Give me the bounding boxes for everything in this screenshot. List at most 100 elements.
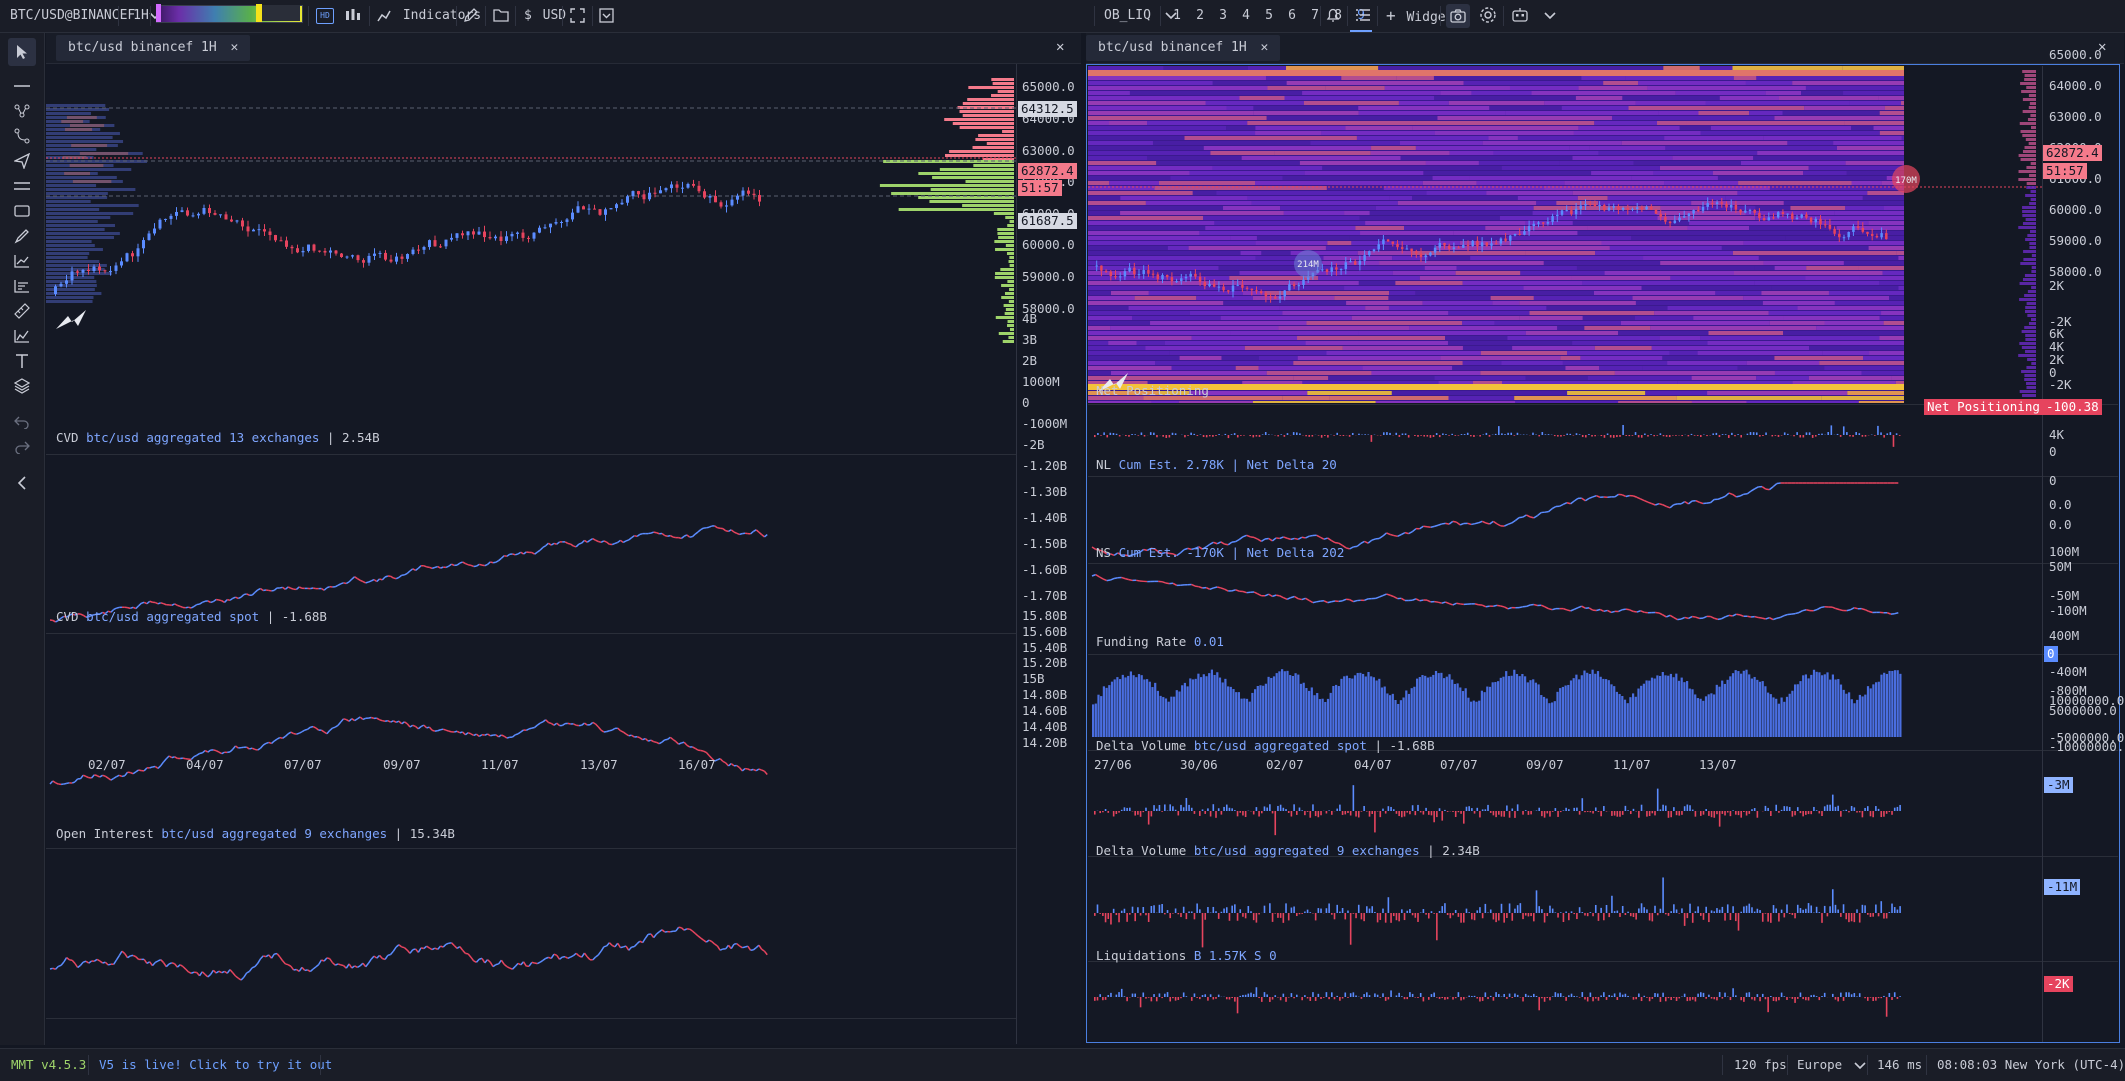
- cvd1-line: [731, 530, 734, 532]
- layout-button-3[interactable]: 3: [1212, 0, 1234, 32]
- oi-line: [388, 955, 391, 956]
- funding-bar: [1670, 674, 1672, 737]
- delta-volume-perp-bar: [1606, 905, 1608, 913]
- layout-button-5[interactable]: 5: [1258, 0, 1280, 32]
- oi-line: [457, 947, 460, 949]
- heatmap-cell: [1557, 326, 1584, 330]
- net-positioning-bar: [1470, 435, 1472, 436]
- rectangle-tool-icon[interactable]: [8, 197, 36, 225]
- tab-chart-right[interactable]: btc/usd binancef 1H ✕: [1086, 35, 1280, 61]
- liquidation-bar: [1463, 997, 1465, 999]
- delta-volume-spot-bar: [1730, 811, 1732, 816]
- liquidations-pane[interactable]: [1088, 962, 2042, 1042]
- dropdown-box-icon[interactable]: [599, 8, 614, 27]
- add-widget-button[interactable]: + Widget: [1386, 0, 1453, 32]
- parallel-lines-tool-icon[interactable]: [8, 172, 36, 200]
- currency-button[interactable]: $ USD: [524, 0, 566, 32]
- settings-gear-icon[interactable]: [1479, 6, 1497, 28]
- heatmap-candle: [1739, 210, 1742, 213]
- heatmap-cell: [1668, 306, 1798, 310]
- brush-tool-icon[interactable]: [8, 222, 36, 250]
- cvd1-line: [584, 540, 587, 542]
- close-icon[interactable]: ✕: [1261, 40, 1269, 55]
- camera-icon[interactable]: [1446, 4, 1470, 28]
- heatmap-cell: [1565, 366, 1599, 370]
- horizontal-line-tool-icon[interactable]: [8, 72, 36, 100]
- robot-icon[interactable]: [1511, 7, 1529, 27]
- layout-button-2[interactable]: 2: [1189, 0, 1211, 32]
- heatmap-depth-bar: [2031, 270, 2036, 273]
- nl-line: [1291, 538, 1295, 539]
- liquidation-bar: [1498, 994, 1500, 997]
- funding-bar: [1543, 697, 1545, 737]
- delta-volume-spot-bar: [1121, 810, 1123, 811]
- oi-line: [418, 948, 421, 952]
- collapse-toolbar-icon[interactable]: [8, 469, 36, 497]
- fullscreen-icon[interactable]: [570, 8, 585, 27]
- cvd2-line: [499, 735, 502, 737]
- close-panel-icon[interactable]: ✕: [1056, 39, 1064, 55]
- send-tool-icon[interactable]: [8, 147, 36, 175]
- cvd1-line: [681, 536, 684, 538]
- left-main-chart[interactable]: [46, 64, 1016, 454]
- redo-icon[interactable]: [8, 433, 36, 461]
- oi-line: [277, 954, 280, 957]
- bell-icon[interactable]: [1326, 7, 1340, 27]
- orderbook-heatmap[interactable]: 170M214M: [1088, 66, 2042, 403]
- chart-pattern-tool-icon[interactable]: [8, 322, 36, 350]
- text-tool-icon[interactable]: [8, 347, 36, 375]
- bid-depth-bar: [1007, 252, 1014, 255]
- undo-icon[interactable]: [8, 408, 36, 436]
- fib-tool-icon[interactable]: [8, 272, 36, 300]
- ask-depth-bar: [973, 146, 1014, 149]
- cvd2-line: [130, 773, 133, 774]
- ns-line: [1420, 600, 1424, 601]
- cvd2-line: [659, 742, 662, 744]
- layout-button-7[interactable]: 7: [1304, 0, 1326, 32]
- open-interest-pane[interactable]: [46, 849, 1016, 1018]
- delta-volume-perp-pane[interactable]: [1088, 857, 2042, 960]
- delta-volume-spot-pane[interactable]: [1088, 751, 2042, 855]
- announcement-link[interactable]: V5 is live! Click to try it out: [99, 1049, 332, 1081]
- delta-volume-spot-bar: [1094, 811, 1096, 815]
- cvd-futures-pane[interactable]: [46, 455, 1016, 633]
- cvd2-line: [704, 751, 707, 752]
- delta-volume-perp-bar: [1598, 913, 1600, 921]
- close-icon[interactable]: ✕: [231, 40, 239, 55]
- ns-pane[interactable]: [1088, 564, 2042, 653]
- funding-bar: [1864, 695, 1866, 737]
- tab-chart-left[interactable]: btc/usd binancef 1H ✕: [56, 35, 250, 61]
- region-selector[interactable]: Europe: [1797, 1049, 1866, 1081]
- bubble-label: 214M: [1297, 260, 1319, 270]
- ruler-tool-icon[interactable]: [8, 297, 36, 325]
- layout-button-6[interactable]: 6: [1281, 0, 1303, 32]
- layout-button-1[interactable]: 1: [1166, 0, 1188, 32]
- volume-profile-bar: [46, 252, 89, 255]
- heatmap-cell: [1706, 101, 1850, 105]
- chevron-down-icon: [1854, 1061, 1866, 1071]
- funding-bar: [1111, 682, 1113, 737]
- funding-bar: [1459, 687, 1461, 737]
- trend-tool-icon[interactable]: [8, 247, 36, 275]
- chevron-down-icon[interactable]: [1543, 10, 1557, 25]
- layers-icon[interactable]: [8, 372, 36, 400]
- liquidation-bar: [1544, 997, 1546, 1002]
- heatmap-cell: [1318, 276, 1420, 280]
- heatmap-cell: [1385, 86, 1510, 90]
- cvd-spot-pane[interactable]: [46, 634, 1016, 848]
- ns-line: [1729, 615, 1733, 616]
- hd-icon[interactable]: HD: [316, 8, 334, 24]
- nl-line: [1412, 529, 1416, 532]
- path-tool-icon[interactable]: [8, 122, 36, 150]
- node-tool-icon[interactable]: [8, 97, 36, 125]
- funding-bar: [1249, 702, 1251, 737]
- pencil-icon[interactable]: [463, 8, 478, 27]
- candles-icon[interactable]: [345, 7, 361, 27]
- list-icon[interactable]: [1355, 8, 1371, 26]
- funding-rate-pane[interactable]: [1088, 655, 2042, 749]
- slider-handle-min[interactable]: [156, 4, 161, 22]
- cursor-tool-icon[interactable]: [8, 38, 36, 66]
- volume-profile-bar: [46, 288, 95, 291]
- folder-icon[interactable]: [493, 8, 509, 26]
- layout-button-4[interactable]: 4: [1235, 0, 1257, 32]
